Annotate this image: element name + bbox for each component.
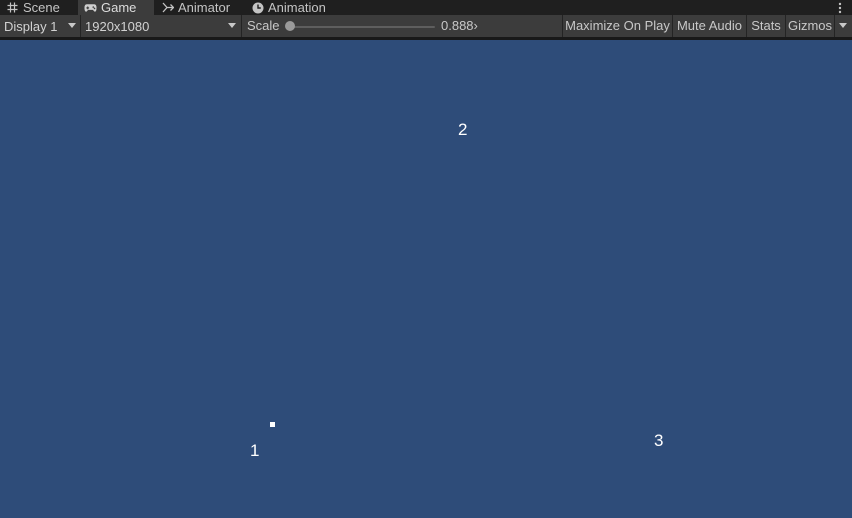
tab-game[interactable]: Game [78, 0, 154, 15]
game-viewport[interactable]: 1 2 3 [0, 40, 852, 518]
stats-toggle[interactable]: Stats [747, 15, 785, 37]
grid-hash-icon [6, 1, 19, 14]
waypoint-label-1: 1 [250, 441, 260, 460]
mute-audio-toggle[interactable]: Mute Audio [673, 15, 746, 37]
scale-value: 0.888› [441, 18, 478, 33]
tab-game-label: Game [101, 0, 137, 15]
toolbar-divider [241, 15, 242, 37]
game-window: Scene Game Animator Animation Display 1 … [0, 0, 852, 518]
tab-animator-label: Animator [178, 0, 231, 15]
more-options-icon[interactable] [836, 0, 844, 15]
tab-scene[interactable]: Scene [0, 0, 78, 15]
clock-icon [251, 1, 264, 14]
tab-animator[interactable]: Animator [155, 0, 245, 15]
waypoint-label-3: 3 [654, 431, 664, 450]
scale-label: Scale [247, 18, 280, 33]
animator-icon [161, 1, 174, 14]
player-marker [270, 422, 275, 427]
gamepad-icon [84, 1, 97, 14]
resolution-dropdown-label: 1920x1080 [85, 18, 150, 34]
tab-scene-label: Scene [23, 0, 60, 15]
chevron-down-icon [228, 23, 236, 28]
tab-animation[interactable]: Animation [245, 0, 339, 15]
display-dropdown[interactable]: Display 1 [0, 15, 80, 37]
display-dropdown-label: Display 1 [4, 18, 58, 34]
scale-slider-thumb[interactable] [285, 21, 295, 31]
gizmos-dropdown[interactable] [835, 15, 852, 37]
editor-tab-bar: Scene Game Animator Animation [0, 0, 852, 15]
maximize-on-play-toggle[interactable]: Maximize On Play [563, 15, 672, 37]
resolution-dropdown[interactable]: 1920x1080 [81, 15, 241, 37]
tab-animation-label: Animation [268, 0, 326, 15]
chevron-down-icon [839, 23, 847, 28]
waypoint-label-2: 2 [458, 120, 468, 139]
scale-slider-track[interactable] [289, 26, 435, 28]
gizmos-toggle[interactable]: Gizmos [786, 15, 834, 37]
chevron-down-icon [68, 23, 76, 28]
